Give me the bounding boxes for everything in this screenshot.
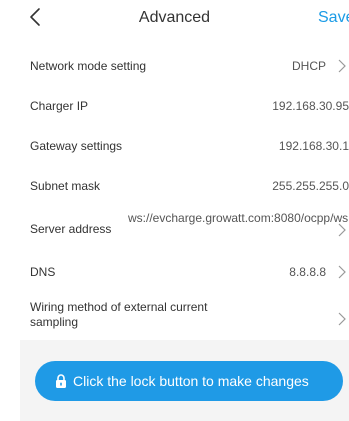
subnet-mask-text: 255.255.255.0 [272,179,349,193]
server-address-label: Server address [30,222,112,236]
network-mode-row[interactable]: Network mode setting DHCP [0,46,349,86]
server-address-value: ws://evcharge.growatt.com:8080/ocpp/ws [128,211,349,225]
dns-value: 8.8.8.8 [289,265,326,279]
lock-icon [56,374,66,388]
save-button[interactable]: Save [318,8,349,28]
dns-row[interactable]: DNS 8.8.8.8 [0,252,349,292]
server-address-row[interactable]: Server address ws://evcharge.growatt.com… [0,206,349,252]
subnet-mask-row: Subnet mask 255.255.255.0 [0,166,349,206]
chevron-right-icon [338,312,346,326]
chevron-right-icon [338,265,346,279]
lock-button[interactable]: Click the lock button to make changes [35,361,343,401]
chevron-right-icon [338,59,346,73]
gateway-text: 192.168.30.1 [278,139,349,153]
charger-ip-value: 192.168.30.95 [230,86,349,126]
page-title: Advanced [138,9,211,26]
network-mode-label: Network mode setting [30,59,147,73]
gateway-value: 192.168.30.1 [230,126,349,166]
settings-list: Network mode setting DHCP Charger IP 192… [0,46,349,340]
wiring-method-row[interactable]: Wiring method of external current sampli… [0,292,349,340]
network-mode-value: DHCP [291,59,326,73]
gateway-row: Gateway settings 192.168.30.1 [0,126,349,166]
charger-ip-label: Charger IP [30,99,89,113]
charger-ip-row: Charger IP 192.168.30.95 [0,86,349,126]
wiring-method-label: Wiring method of external current sampli… [30,300,208,329]
lock-button-label: Click the lock button to make changes [73,373,309,389]
subnet-mask-value: 255.255.255.0 [230,166,349,206]
dns-label: DNS [30,265,56,279]
subnet-mask-label: Subnet mask [30,179,101,193]
chevron-right-icon [338,223,346,237]
charger-ip-text: 192.168.30.95 [272,99,349,113]
top-bar: Advanced Save [0,0,349,36]
gateway-label: Gateway settings [30,139,123,153]
